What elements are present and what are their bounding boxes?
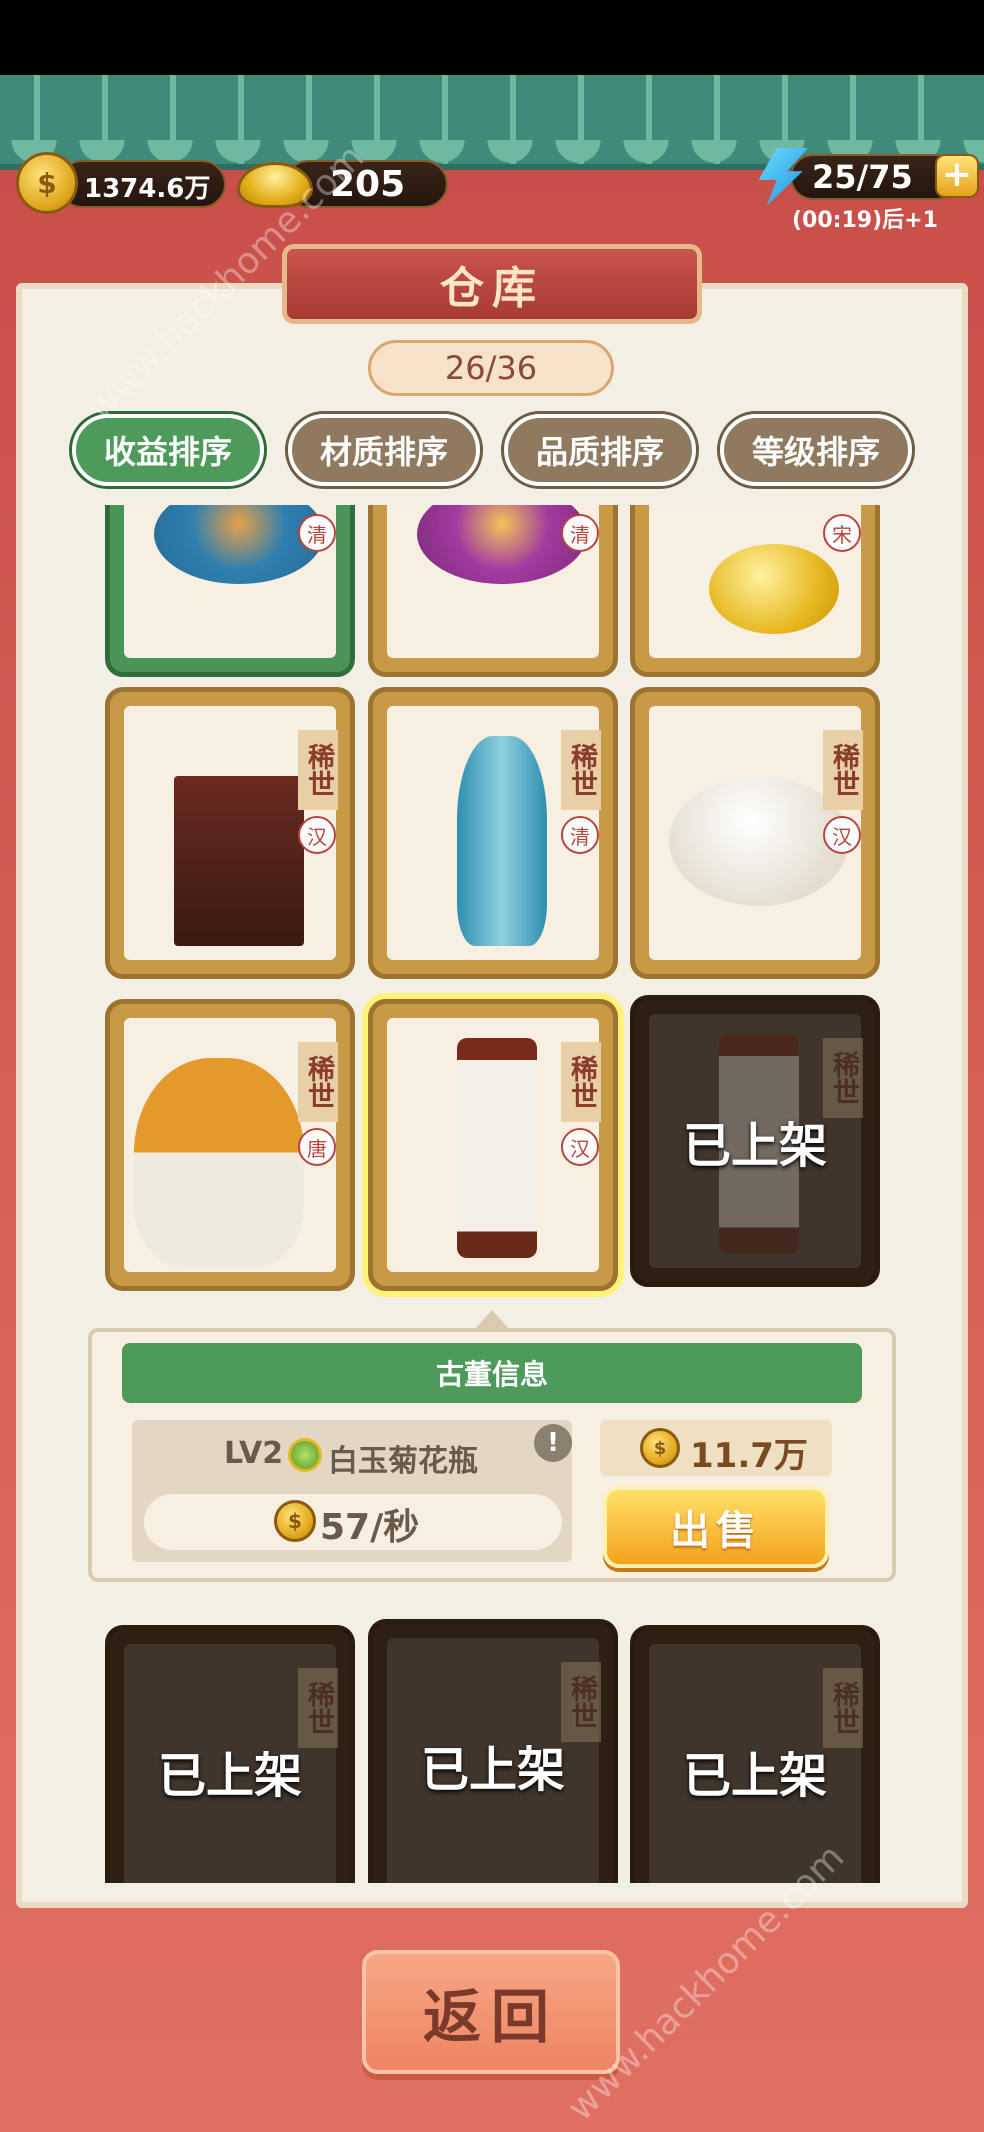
sell-price: 11.7万 <box>690 1436 808 1476</box>
shelved-label: 已上架 <box>373 1624 613 1883</box>
item-card-selected[interactable]: 稀世 汉 <box>368 999 618 1291</box>
era-seal: 汉 <box>298 816 336 854</box>
item-card-shelved[interactable]: 稀世 已上架 <box>630 1625 880 1883</box>
info-pointer <box>474 1310 510 1330</box>
capacity-badge: 26/36 <box>368 340 614 396</box>
era-seal: 汉 <box>561 1128 599 1166</box>
era-seal: 汉 <box>823 816 861 854</box>
item-card[interactable]: 宋 <box>630 505 880 677</box>
bronze-censer-icon <box>174 776 304 946</box>
info-header: 古董信息 <box>122 1343 862 1403</box>
tab-sort-material[interactable]: 材质排序 <box>288 414 480 486</box>
add-energy-button[interactable]: + <box>935 154 979 198</box>
coin-icon: $ <box>16 152 78 214</box>
energy-timer: (00:19)后+1 <box>792 208 938 233</box>
item-card[interactable]: 清 <box>105 505 355 677</box>
income-rate: 57/秒 <box>320 1507 420 1548</box>
coin-icon: $ <box>274 1500 316 1542</box>
rarity-tag: 稀世 <box>298 1042 338 1122</box>
jade-vase-icon <box>457 1038 537 1258</box>
status-bar <box>0 0 984 75</box>
era-seal: 宋 <box>823 514 861 552</box>
buddha-head-icon <box>134 1058 304 1268</box>
era-seal: 清 <box>561 514 599 552</box>
rarity-tag: 稀世 <box>298 730 338 810</box>
item-card[interactable]: 稀世 汉 <box>630 687 880 979</box>
item-name: 白玉菊花瓶 <box>328 1444 478 1479</box>
tab-sort-quality[interactable]: 品质排序 <box>504 414 696 486</box>
item-card-shelved[interactable]: 稀世 已上架 <box>105 1625 355 1883</box>
item-grid[interactable]: 清 清 宋 稀世 汉 稀世 清 稀世 汉 稀世 唐 稀世 汉 稀世 已上架 稀世… <box>100 505 890 1883</box>
white-teapot-icon <box>669 776 849 906</box>
shelved-label: 已上架 <box>110 1630 350 1883</box>
era-seal: 清 <box>561 816 599 854</box>
shelved-label: 已上架 <box>635 1630 875 1883</box>
rarity-tag: 稀世 <box>561 1042 601 1122</box>
level-coin-icon <box>288 1438 322 1472</box>
item-card[interactable]: 稀世 唐 <box>105 999 355 1291</box>
cloisonne-vase-icon <box>154 505 324 584</box>
cloisonne-vase-icon <box>417 505 587 584</box>
coin-counter: 1374.6万 <box>58 160 226 208</box>
era-seal: 唐 <box>298 1128 336 1166</box>
info-alert-icon[interactable]: ! <box>534 1424 572 1462</box>
item-card[interactable]: 稀世 清 <box>368 687 618 979</box>
coin-amount: 1374.6万 <box>84 174 211 204</box>
item-card[interactable]: 稀世 汉 <box>105 687 355 979</box>
page-title: 仓库 <box>282 244 702 324</box>
rarity-tag: 稀世 <box>561 730 601 810</box>
tab-sort-level[interactable]: 等级排序 <box>720 414 912 486</box>
tab-sort-income[interactable]: 收益排序 <box>72 414 264 486</box>
sell-button[interactable]: 出售 <box>603 1486 829 1568</box>
shelved-label: 已上架 <box>635 1000 875 1282</box>
era-seal: 清 <box>298 514 336 552</box>
cloisonne-tall-vase-icon <box>457 736 547 946</box>
item-card[interactable]: 清 <box>368 505 618 677</box>
item-card-shelved[interactable]: 稀世 已上架 <box>368 1619 618 1883</box>
back-button[interactable]: 返回 <box>362 1950 620 2074</box>
item-card-shelved[interactable]: 稀世 已上架 <box>630 995 880 1287</box>
energy-amount: 25/75 <box>812 158 913 196</box>
item-level: LV2 <box>224 1436 284 1471</box>
coin-icon: $ <box>640 1428 680 1468</box>
rarity-tag: 稀世 <box>823 730 863 810</box>
gold-teapot-icon <box>709 544 839 634</box>
